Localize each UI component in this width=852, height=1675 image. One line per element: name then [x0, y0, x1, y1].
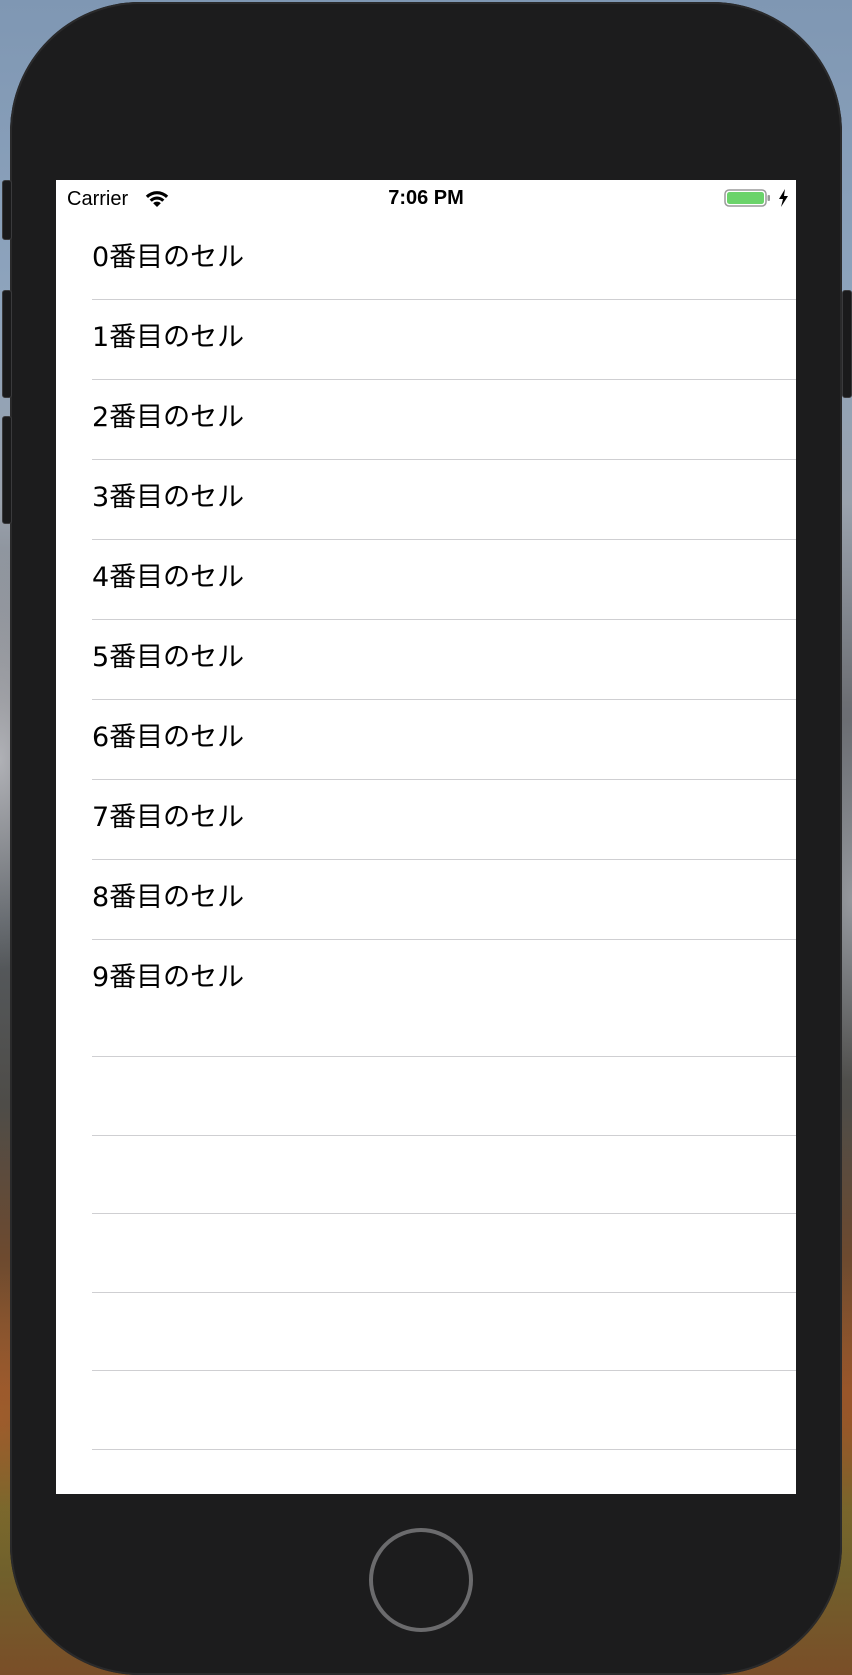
table-row[interactable]: 3番目のセル [56, 460, 796, 540]
table-view[interactable]: 0番目のセル 1番目のセル 2番目のセル 3番目のセル 4番目のセル 5番目のセ… [56, 220, 796, 1020]
row-separator [92, 1134, 796, 1136]
empty-row [56, 1213, 796, 1292]
cell-label: 7番目のセル [92, 802, 245, 833]
table-row[interactable]: 4番目のセル [56, 540, 796, 620]
table-row[interactable]: 9番目のセル [56, 940, 796, 1020]
cell-label: 1番目のセル [92, 322, 245, 353]
row-separator [92, 1056, 796, 1057]
empty-table-rows [56, 1056, 796, 1494]
table-row[interactable]: 1番目のセル [56, 300, 796, 380]
table-row[interactable]: 6番目のセル [56, 700, 796, 780]
battery-icon [724, 189, 770, 207]
empty-row [56, 1370, 796, 1449]
cell-label: 2番目のセル [92, 402, 245, 433]
status-bar: Carrier 7:06 PM [56, 180, 796, 220]
row-separator [92, 1448, 796, 1450]
volume-down-button [2, 416, 12, 524]
row-separator [92, 1213, 796, 1215]
charging-bolt-icon [779, 189, 788, 207]
cell-label: 4番目のセル [92, 562, 245, 593]
home-button[interactable] [369, 1528, 473, 1632]
table-row[interactable]: 2番目のセル [56, 380, 796, 460]
table-row[interactable]: 0番目のセル [56, 220, 796, 300]
empty-row [56, 1448, 796, 1494]
power-button [842, 290, 852, 398]
cell-label: 6番目のセル [92, 722, 245, 753]
cell-label: 9番目のセル [92, 962, 245, 993]
table-row[interactable]: 8番目のセル [56, 860, 796, 940]
mute-switch [2, 180, 12, 240]
empty-row [56, 1056, 796, 1135]
cell-label: 5番目のセル [92, 642, 245, 673]
table-row[interactable]: 5番目のセル [56, 620, 796, 700]
empty-row [56, 1134, 796, 1214]
cell-label: 3番目のセル [92, 482, 245, 513]
cell-label: 0番目のセル [92, 242, 245, 273]
cell-label: 8番目のセル [92, 882, 245, 913]
table-row[interactable]: 7番目のセル [56, 780, 796, 860]
row-separator [92, 1370, 796, 1372]
empty-row [56, 1291, 796, 1371]
clock-time: 7:06 PM [388, 187, 464, 209]
row-separator [92, 1291, 796, 1293]
device-screen: Carrier 7:06 PM 0番目のセル 1番目のセル 2番目のセル 3番目… [56, 180, 796, 1494]
volume-up-button [2, 290, 12, 398]
